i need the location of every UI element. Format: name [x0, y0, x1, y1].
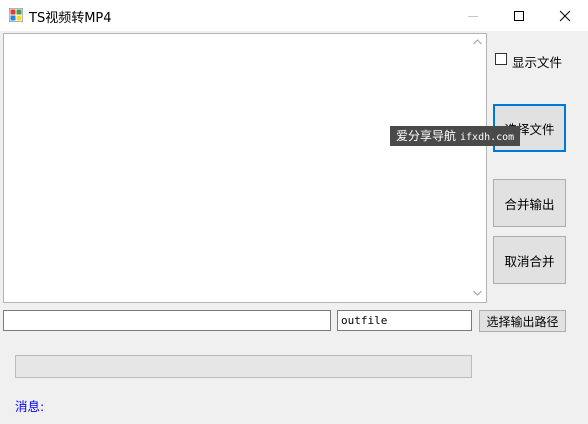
maximize-icon	[514, 11, 524, 21]
maximize-button[interactable]	[496, 0, 542, 31]
file-list-box[interactable]	[3, 33, 487, 303]
window-title: TS视频转MP4	[29, 11, 112, 26]
vertical-scrollbar[interactable]	[469, 34, 486, 302]
minimize-button[interactable]	[450, 0, 496, 31]
merge-output-button[interactable]: 合并输出	[493, 179, 566, 227]
watermark-text: 爱分享导航	[396, 129, 457, 143]
watermark-overlay: 爱分享导航 ifxdh.com	[390, 126, 521, 146]
select-output-path-button[interactable]: 选择输出路径	[479, 310, 566, 332]
output-path-input[interactable]	[3, 310, 331, 331]
checkbox-square[interactable]	[495, 53, 507, 65]
close-button[interactable]	[542, 0, 588, 31]
scroll-down-icon[interactable]	[473, 290, 482, 296]
progress-bar	[15, 355, 472, 378]
show-files-label: 显示文件	[512, 55, 563, 70]
close-icon	[559, 10, 571, 22]
cancel-merge-button[interactable]: 取消合并	[493, 236, 566, 284]
scroll-up-icon[interactable]	[473, 39, 482, 45]
message-label: 消息:	[15, 399, 45, 414]
title-bar[interactable]: TS视频转MP4	[0, 0, 588, 31]
minimize-icon	[468, 16, 478, 17]
app-icon	[8, 7, 24, 23]
output-filename-input[interactable]: outfile	[337, 310, 472, 331]
watermark-url: ifxdh.com	[460, 132, 515, 143]
